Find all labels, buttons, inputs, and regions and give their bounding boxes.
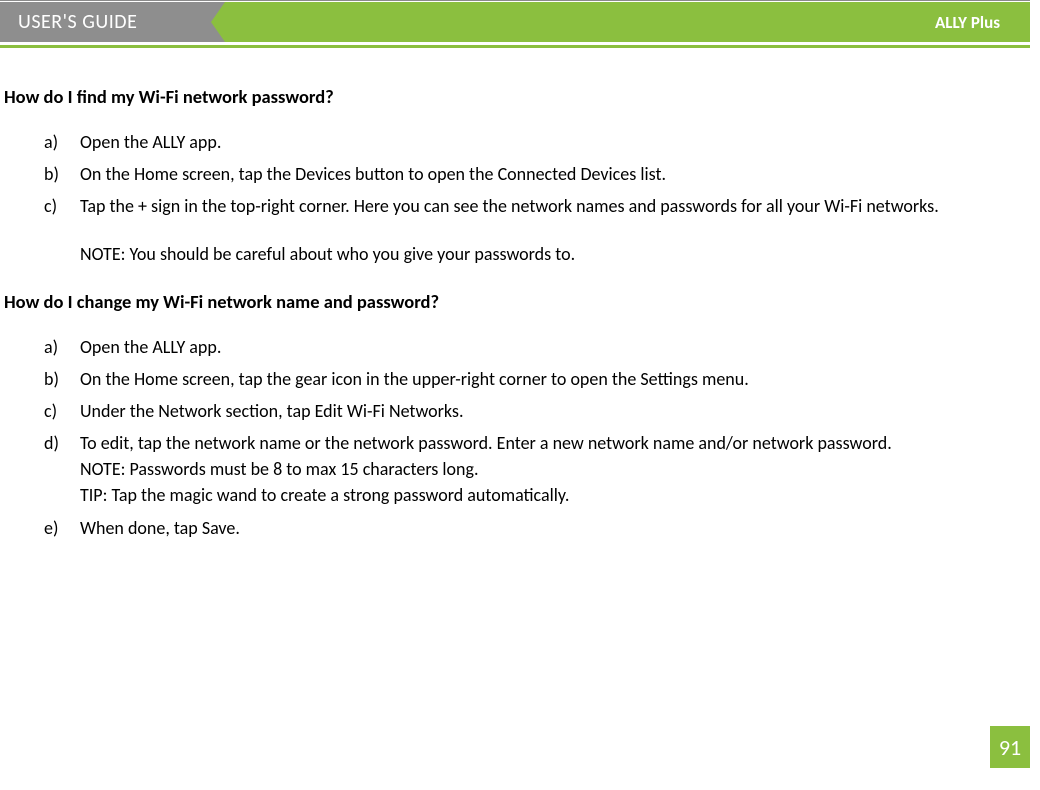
list-marker: d) bbox=[44, 430, 80, 508]
list-item: e) When done, tap Save. bbox=[44, 515, 1020, 541]
note-text: NOTE: Passwords must be 8 to max 15 char… bbox=[80, 456, 1010, 482]
list-marker: e) bbox=[44, 515, 80, 541]
tip-text: TIP: Tap the magic wand to create a stro… bbox=[80, 482, 1010, 508]
list-text: Tap the + sign in the top-right corner. … bbox=[80, 193, 1020, 219]
list-text: Open the ALLY app. bbox=[80, 334, 1020, 360]
list-item: d) To edit, tap the network name or the … bbox=[44, 430, 1020, 508]
note-text: NOTE: You should be careful about who yo… bbox=[4, 241, 1020, 267]
list-text: When done, tap Save. bbox=[80, 515, 1020, 541]
list-text-main: To edit, tap the network name or the net… bbox=[80, 432, 892, 454]
list-marker: a) bbox=[44, 334, 80, 360]
question-heading: How do I find my Wi-Fi network password? bbox=[4, 84, 1020, 111]
question-heading: How do I change my Wi-Fi network name an… bbox=[4, 289, 1020, 316]
list-item: b) On the Home screen, tap the gear icon… bbox=[44, 366, 1020, 392]
ordered-list: a) Open the ALLY app. b) On the Home scr… bbox=[4, 334, 1020, 541]
list-marker: b) bbox=[44, 161, 80, 187]
list-marker: c) bbox=[44, 398, 80, 424]
ordered-list: a) Open the ALLY app. b) On the Home scr… bbox=[4, 129, 1020, 219]
product-label: ALLY Plus bbox=[935, 12, 1000, 33]
header-gray-panel: USER'S GUIDE bbox=[0, 2, 225, 42]
list-text: Open the ALLY app. bbox=[80, 129, 1020, 155]
document-content: How do I find my Wi-Fi network password?… bbox=[0, 48, 1040, 541]
list-marker: c) bbox=[44, 193, 80, 219]
list-item: c) Under the Network section, tap Edit W… bbox=[44, 398, 1020, 424]
list-item: a) Open the ALLY app. bbox=[44, 334, 1020, 360]
list-marker: b) bbox=[44, 366, 80, 392]
list-text: Under the Network section, tap Edit Wi-F… bbox=[80, 398, 1020, 424]
header-top-divider bbox=[0, 0, 1030, 1]
header-bottom-divider bbox=[0, 45, 1030, 48]
list-marker: a) bbox=[44, 129, 80, 155]
list-text: On the Home screen, tap the gear icon in… bbox=[80, 366, 1020, 392]
guide-label: USER'S GUIDE bbox=[18, 10, 137, 34]
list-text: On the Home screen, tap the Devices butt… bbox=[80, 161, 1020, 187]
page-number: 91 bbox=[990, 726, 1030, 768]
list-item: a) Open the ALLY app. bbox=[44, 129, 1020, 155]
list-item: b) On the Home screen, tap the Devices b… bbox=[44, 161, 1020, 187]
header-green-panel: ALLY Plus bbox=[225, 2, 1030, 42]
list-item: c) Tap the + sign in the top-right corne… bbox=[44, 193, 1020, 219]
document-header: USER'S GUIDE ALLY Plus bbox=[0, 0, 1040, 48]
list-text: To edit, tap the network name or the net… bbox=[80, 430, 1020, 508]
